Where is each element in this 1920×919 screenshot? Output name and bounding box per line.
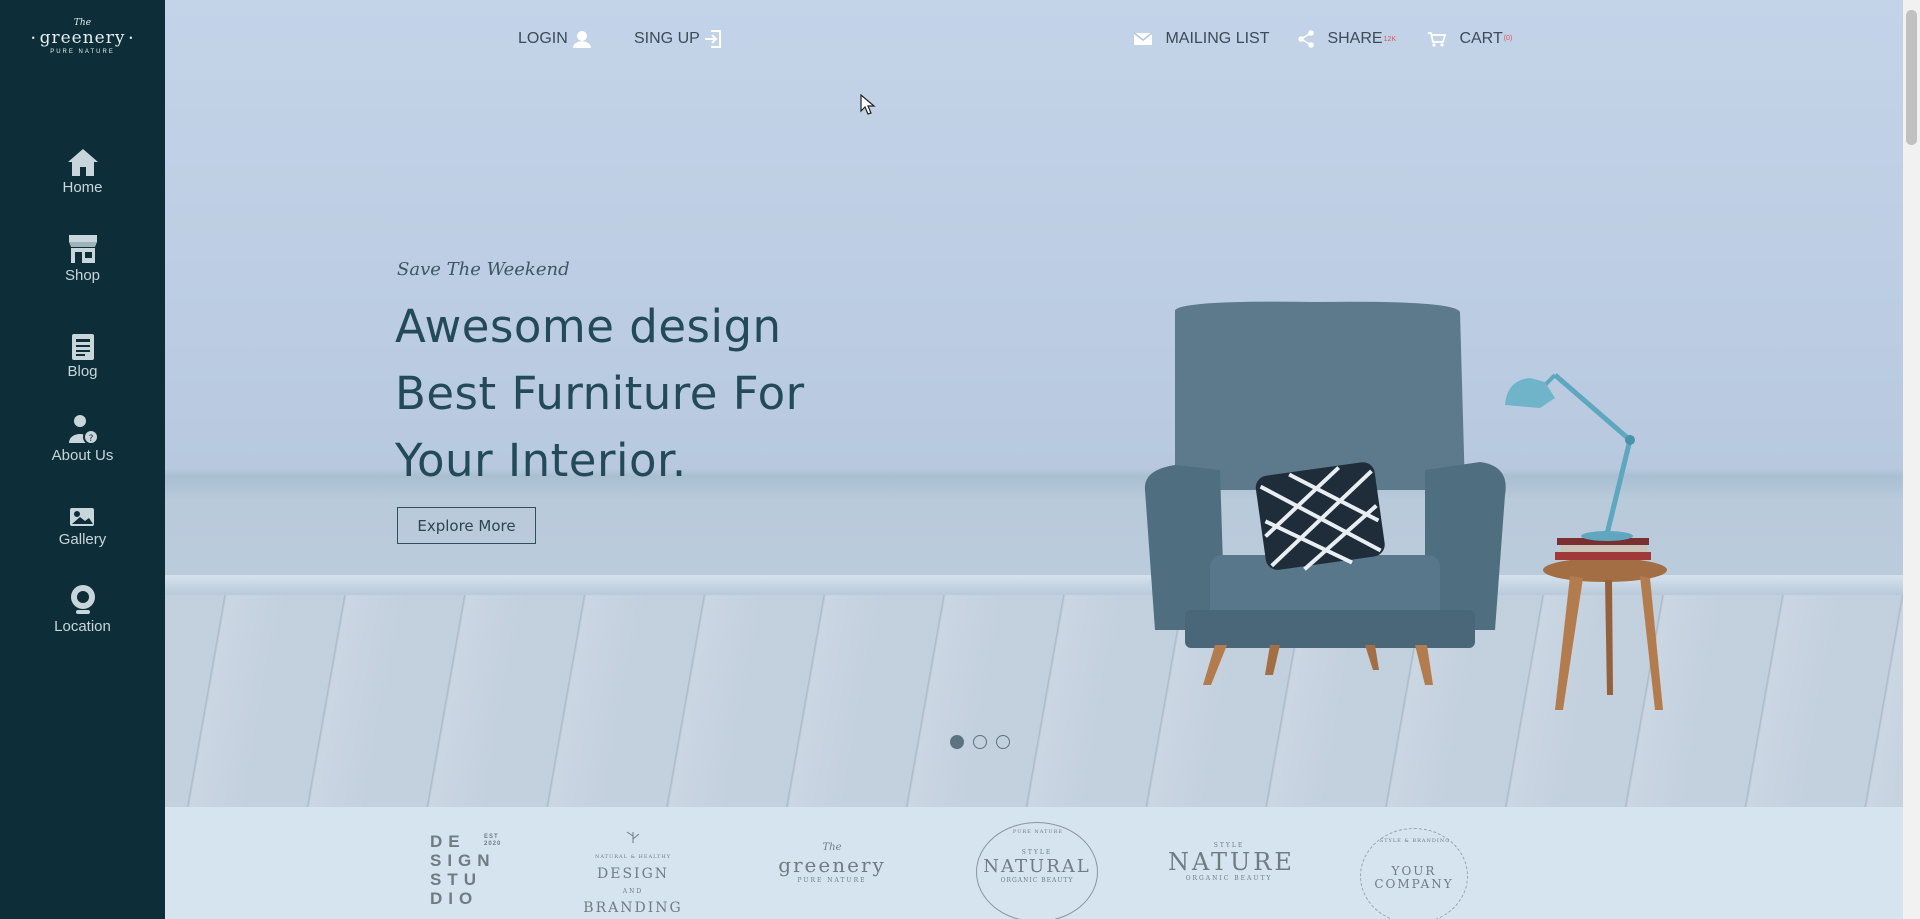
brand-extra: NATURAL & HEALTHY — [594, 854, 672, 860]
headline-line: Awesome design — [395, 300, 782, 353]
logo-tagline: PURE NATURE — [50, 49, 115, 55]
mouse-cursor-icon — [860, 94, 876, 115]
mail-icon — [1133, 32, 1153, 45]
brand-extra: STYLE & BRANDING — [1379, 838, 1451, 844]
sidebar-item-label: Blog — [67, 363, 98, 380]
headline-line: Your Interior. — [395, 434, 687, 487]
brand-line: SIGN — [430, 851, 496, 870]
brand-natural: STYLE NATURAL ORGANIC BEAUTY PURE NATURE — [976, 822, 1098, 919]
sidebar-item-home[interactable]: Home — [0, 147, 165, 196]
cart-icon — [1428, 31, 1447, 47]
brand-design-studio: DE SIGN STU DIO EST 2020 — [430, 832, 510, 908]
login-label: LOGIN — [518, 30, 568, 48]
mailing-label: MAILING LIST — [1165, 30, 1270, 47]
sidebar-item-gallery[interactable]: Gallery — [0, 505, 165, 548]
sidebar-item-location[interactable]: Location — [0, 584, 165, 635]
brand-line: greenery — [778, 853, 886, 877]
about-icon: ? — [68, 415, 99, 445]
brand-line: COMPANY — [1374, 877, 1454, 891]
signup-link[interactable]: SING UP — [634, 30, 722, 48]
sidebar-item-shop[interactable]: Shop — [0, 233, 165, 284]
brand-line: AND — [622, 888, 644, 895]
brand-line: NATURAL — [983, 856, 1091, 877]
brand-line: ORGANIC BEAUTY — [1185, 875, 1273, 882]
brand-line: NATURE — [1168, 848, 1295, 876]
brand-design-and-branding: NATURAL & HEALTHY DESIGN AND BRANDING — [578, 830, 688, 917]
gallery-icon — [69, 508, 94, 526]
carousel-dot-1[interactable] — [950, 735, 964, 749]
brand-line: STYLE — [1021, 849, 1053, 856]
cart-link[interactable]: CART(0) — [1427, 30, 1512, 48]
brand-line: BRANDING — [583, 900, 683, 916]
svg-text:?: ? — [88, 434, 93, 444]
share-link[interactable]: SHARE12K — [1297, 30, 1396, 48]
sidebar-item-label: Shop — [64, 267, 101, 284]
cart-count-badge: (0) — [1503, 35, 1513, 43]
page-scrollbar[interactable] — [1903, 0, 1920, 919]
brand-line: DESIGN — [597, 866, 669, 882]
share-icon — [1298, 30, 1314, 48]
hero-banner: LOGIN SING UP MAILING LIST SHARE12K CART… — [165, 0, 1903, 807]
blog-icon — [71, 334, 94, 360]
sidebar-item-about-us[interactable]: ? About Us — [0, 413, 165, 464]
brand-your-company: STYLE & BRANDING YOUR COMPANY — [1360, 828, 1468, 919]
brand-line: STU — [430, 870, 482, 889]
sidebar-item-label: Home — [62, 179, 103, 196]
brand-extra: EST 2020 — [484, 834, 502, 847]
armchair-image — [1144, 301, 1667, 710]
sidebar-item-blog[interactable]: Blog — [0, 333, 165, 380]
carousel-dot-3[interactable] — [996, 735, 1010, 749]
sidebar-item-label: Gallery — [58, 531, 107, 548]
brand-line: ORGANIC BEAUTY — [1000, 877, 1074, 884]
headline-line: Best Furniture For — [395, 367, 805, 420]
hero-kicker: Save The Weekend — [397, 259, 570, 280]
hero-headline: Awesome design Best Furniture For Your I… — [395, 293, 805, 494]
shop-icon — [68, 235, 97, 263]
sidebar-item-label: Location — [54, 618, 111, 635]
brand-line: PURE NATURE — [797, 877, 867, 884]
brand-greenery: The greenery PURE NATURE — [757, 842, 907, 884]
scrollbar-thumb[interactable] — [1906, 10, 1917, 145]
brand-extra: PURE NATURE — [1012, 829, 1064, 835]
signup-label: SING UP — [634, 30, 700, 48]
sidebar-item-label: About Us — [51, 447, 114, 464]
mailing-list-link[interactable]: MAILING LIST — [1133, 30, 1269, 48]
sidebar: The greenery PURE NATURE Home Shop Blog … — [0, 0, 165, 919]
explore-more-button[interactable]: Explore More — [397, 507, 536, 544]
share-label: SHARE — [1327, 30, 1383, 48]
brand-nature: STYLE NATURE ORGANIC BEAUTY — [1168, 842, 1295, 882]
login-link[interactable]: LOGIN — [518, 30, 592, 48]
carousel-dots — [950, 735, 1019, 754]
sign-in-icon — [704, 30, 721, 48]
logo-the: The — [73, 18, 92, 28]
user-icon — [573, 31, 592, 48]
site-logo[interactable]: The greenery PURE NATURE — [0, 18, 165, 55]
carousel-dot-2[interactable] — [973, 735, 987, 749]
logo-name: greenery — [0, 28, 165, 48]
leaf-icon — [626, 831, 640, 843]
brand-line: The — [822, 842, 842, 853]
brand-line: DIO — [430, 889, 479, 908]
home-icon — [67, 149, 98, 176]
location-icon — [70, 585, 95, 614]
cart-label: CART — [1459, 30, 1503, 47]
share-count-badge: 12K — [1383, 35, 1397, 43]
